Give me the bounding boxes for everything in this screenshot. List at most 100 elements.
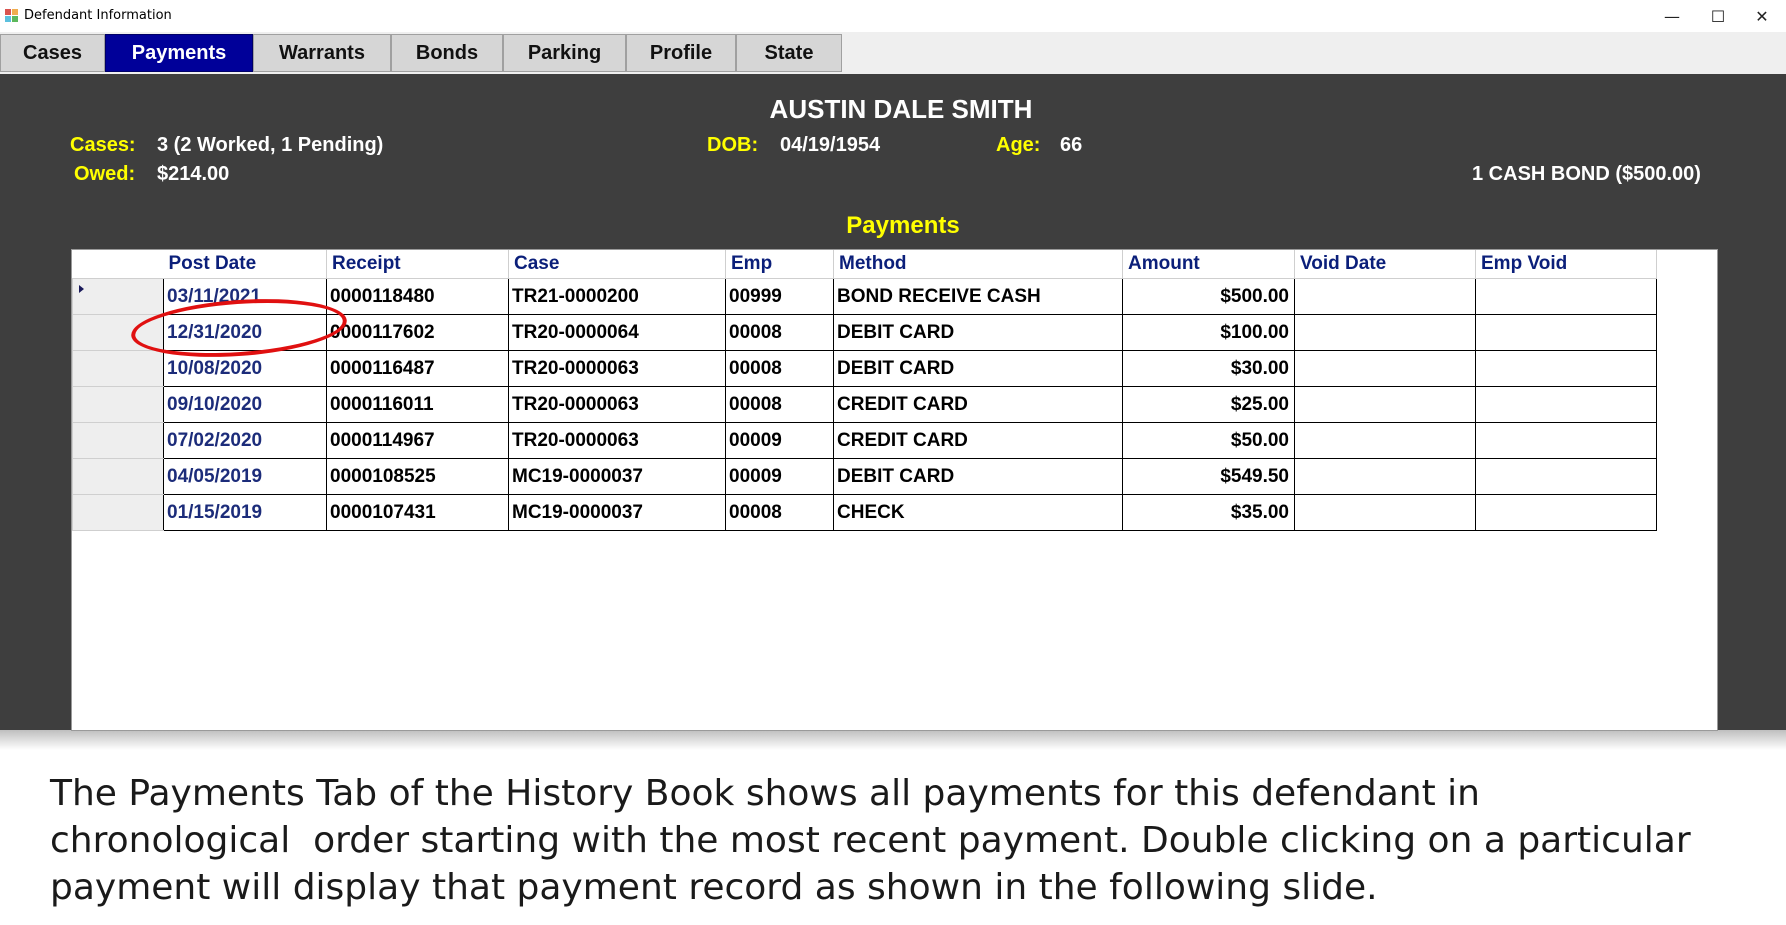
cell-emp-void[interactable] (1475, 422, 1657, 459)
defendant-name: AUSTIN DALE SMITH (769, 94, 1033, 124)
tab-parking[interactable]: Parking (503, 34, 626, 72)
payments-title: Payments (846, 212, 960, 239)
cell-case[interactable]: TR20-0000063 (508, 386, 726, 423)
row-header[interactable] (72, 494, 164, 531)
cell-method[interactable]: CREDIT CARD (833, 386, 1123, 423)
cell-post-date[interactable]: 07/02/2020 (163, 422, 327, 459)
cell-amount[interactable]: $50.00 (1122, 422, 1295, 459)
cell-receipt[interactable]: 0000117602 (326, 314, 509, 351)
cell-method[interactable]: CHECK (833, 494, 1123, 531)
cell-case[interactable]: TR20-0000064 (508, 314, 726, 351)
cell-receipt[interactable]: 0000118480 (326, 278, 509, 315)
caption-line: chronological order starting with the mo… (50, 820, 1691, 861)
cell-emp[interactable]: 00009 (725, 422, 834, 459)
cell-case[interactable]: TR21-0000200 (508, 278, 726, 315)
tab-state[interactable]: State (736, 34, 842, 72)
cases-value: 3 (2 Worked, 1 Pending) (157, 134, 384, 156)
cell-emp[interactable]: 00008 (725, 314, 834, 351)
cell-case[interactable]: TR20-0000063 (508, 350, 726, 387)
tab-payments[interactable]: Payments (105, 34, 253, 72)
row-header[interactable] (72, 386, 164, 423)
cell-method[interactable]: DEBIT CARD (833, 314, 1123, 351)
table-row[interactable]: 10/08/2020 0000116487 TR20-0000063 00008… (72, 350, 1657, 387)
table-row[interactable]: 07/02/2020 0000114967 TR20-0000063 00009… (72, 422, 1657, 459)
cell-emp-void[interactable] (1475, 350, 1657, 387)
cell-emp-void[interactable] (1475, 494, 1657, 531)
cell-emp-void[interactable] (1475, 386, 1657, 423)
owed-value: $214.00 (157, 163, 230, 185)
cell-post-date[interactable]: 09/10/2020 (163, 386, 327, 423)
row-header[interactable] (72, 458, 164, 495)
cell-case[interactable]: MC19-0000037 (508, 458, 726, 495)
dob-label: DOB: (707, 134, 759, 156)
cell-method[interactable]: DEBIT CARD (833, 350, 1123, 387)
column-header[interactable]: Emp Void (1475, 250, 1657, 279)
age-value: 66 (1060, 134, 1083, 156)
cell-post-date[interactable]: 04/05/2019 (163, 458, 327, 495)
current-row-icon (79, 285, 84, 293)
cell-void-date[interactable] (1294, 458, 1476, 495)
tab-profile[interactable]: Profile (626, 34, 736, 72)
cell-case[interactable]: MC19-0000037 (508, 494, 726, 531)
cell-amount[interactable]: $35.00 (1122, 494, 1295, 531)
cell-void-date[interactable] (1294, 386, 1476, 423)
column-header[interactable]: Amount (1122, 250, 1295, 279)
cell-receipt[interactable]: 0000107431 (326, 494, 509, 531)
cell-method[interactable]: DEBIT CARD (833, 458, 1123, 495)
row-header[interactable] (72, 278, 164, 315)
cell-emp-void[interactable] (1475, 458, 1657, 495)
close-icon: ✕ (1755, 6, 1769, 26)
tab-strip: Cases Payments Warrants Bonds Parking Pr… (0, 32, 1786, 74)
cell-receipt[interactable]: 0000116011 (326, 386, 509, 423)
cell-amount[interactable]: $500.00 (1122, 278, 1295, 315)
cell-receipt[interactable]: 0000108525 (326, 458, 509, 495)
cell-amount[interactable]: $25.00 (1122, 386, 1295, 423)
column-header[interactable]: Receipt (326, 250, 509, 279)
owed-label: Owed: (74, 163, 136, 185)
age-label: Age: (996, 134, 1041, 156)
cell-amount[interactable]: $549.50 (1122, 458, 1295, 495)
cell-amount[interactable]: $30.00 (1122, 350, 1295, 387)
row-header[interactable] (72, 350, 164, 387)
column-header[interactable]: Emp (725, 250, 834, 279)
cell-emp[interactable]: 00008 (725, 494, 834, 531)
cases-label: Cases: (70, 134, 136, 156)
cell-void-date[interactable] (1294, 314, 1476, 351)
cell-amount[interactable]: $100.00 (1122, 314, 1295, 351)
cell-method[interactable]: BOND RECEIVE CASH (833, 278, 1123, 315)
maximize-icon: ☐ (1710, 6, 1726, 26)
cell-emp[interactable]: 00008 (725, 386, 834, 423)
cell-emp[interactable]: 00009 (725, 458, 834, 495)
table-row[interactable]: 04/05/2019 0000108525 MC19-0000037 00009… (72, 458, 1657, 495)
cell-emp[interactable]: 00999 (725, 278, 834, 315)
column-header[interactable]: Case (508, 250, 726, 279)
cell-emp-void[interactable] (1475, 314, 1657, 351)
column-header[interactable]: Post Date (163, 250, 327, 279)
row-header-corner (72, 250, 164, 279)
table-header-row: Post Date Receipt Case Emp Method Amount… (72, 250, 1657, 279)
cell-void-date[interactable] (1294, 494, 1476, 531)
tab-cases[interactable]: Cases (0, 34, 105, 72)
cell-emp[interactable]: 00008 (725, 350, 834, 387)
row-header[interactable] (72, 422, 164, 459)
column-header[interactable]: Method (833, 250, 1123, 279)
table-row[interactable]: 01/15/2019 0000107431 MC19-0000037 00008… (72, 494, 1657, 531)
maximize-button[interactable]: ☐ (1696, 0, 1740, 32)
cell-void-date[interactable] (1294, 278, 1476, 315)
tab-warrants[interactable]: Warrants (253, 34, 391, 72)
slide-caption: The Payments Tab of the History Book sho… (50, 770, 1750, 911)
cell-method[interactable]: CREDIT CARD (833, 422, 1123, 459)
bond-summary: 1 CASH BOND ($500.00) (1472, 163, 1701, 185)
table-row[interactable]: 09/10/2020 0000116011 TR20-0000063 00008… (72, 386, 1657, 423)
minimize-button[interactable]: — (1650, 0, 1694, 32)
cell-void-date[interactable] (1294, 422, 1476, 459)
cell-case[interactable]: TR20-0000063 (508, 422, 726, 459)
cell-emp-void[interactable] (1475, 278, 1657, 315)
cell-receipt[interactable]: 0000114967 (326, 422, 509, 459)
column-header[interactable]: Void Date (1294, 250, 1476, 279)
close-button[interactable]: ✕ (1740, 0, 1784, 32)
cell-receipt[interactable]: 0000116487 (326, 350, 509, 387)
cell-post-date[interactable]: 01/15/2019 (163, 494, 327, 531)
cell-void-date[interactable] (1294, 350, 1476, 387)
tab-bonds[interactable]: Bonds (391, 34, 503, 72)
